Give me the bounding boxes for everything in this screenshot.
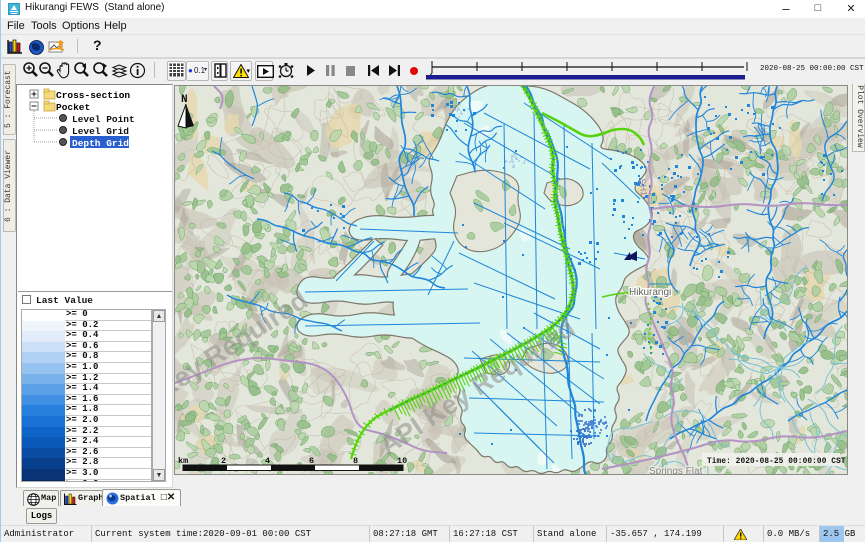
svg-text:Hikurangi: Hikurangi <box>629 287 671 298</box>
svg-text:Pocket: Pocket <box>56 102 90 113</box>
svg-text:SH1: SH1 <box>637 178 649 197</box>
svg-text:Cross-section: Cross-section <box>56 90 130 101</box>
svg-text:Springs Flat: Springs Flat <box>649 466 703 475</box>
svg-text:Time: 2020-08-25 00:00:00 CST: Time: 2020-08-25 00:00:00 CST <box>707 458 846 466</box>
svg-text:Level Grid: Level Grid <box>72 126 129 137</box>
svg-text:N: N <box>181 94 188 106</box>
svg-text:Level Point: Level Point <box>72 114 135 125</box>
svg-text:Depth Grid: Depth Grid <box>72 138 129 149</box>
